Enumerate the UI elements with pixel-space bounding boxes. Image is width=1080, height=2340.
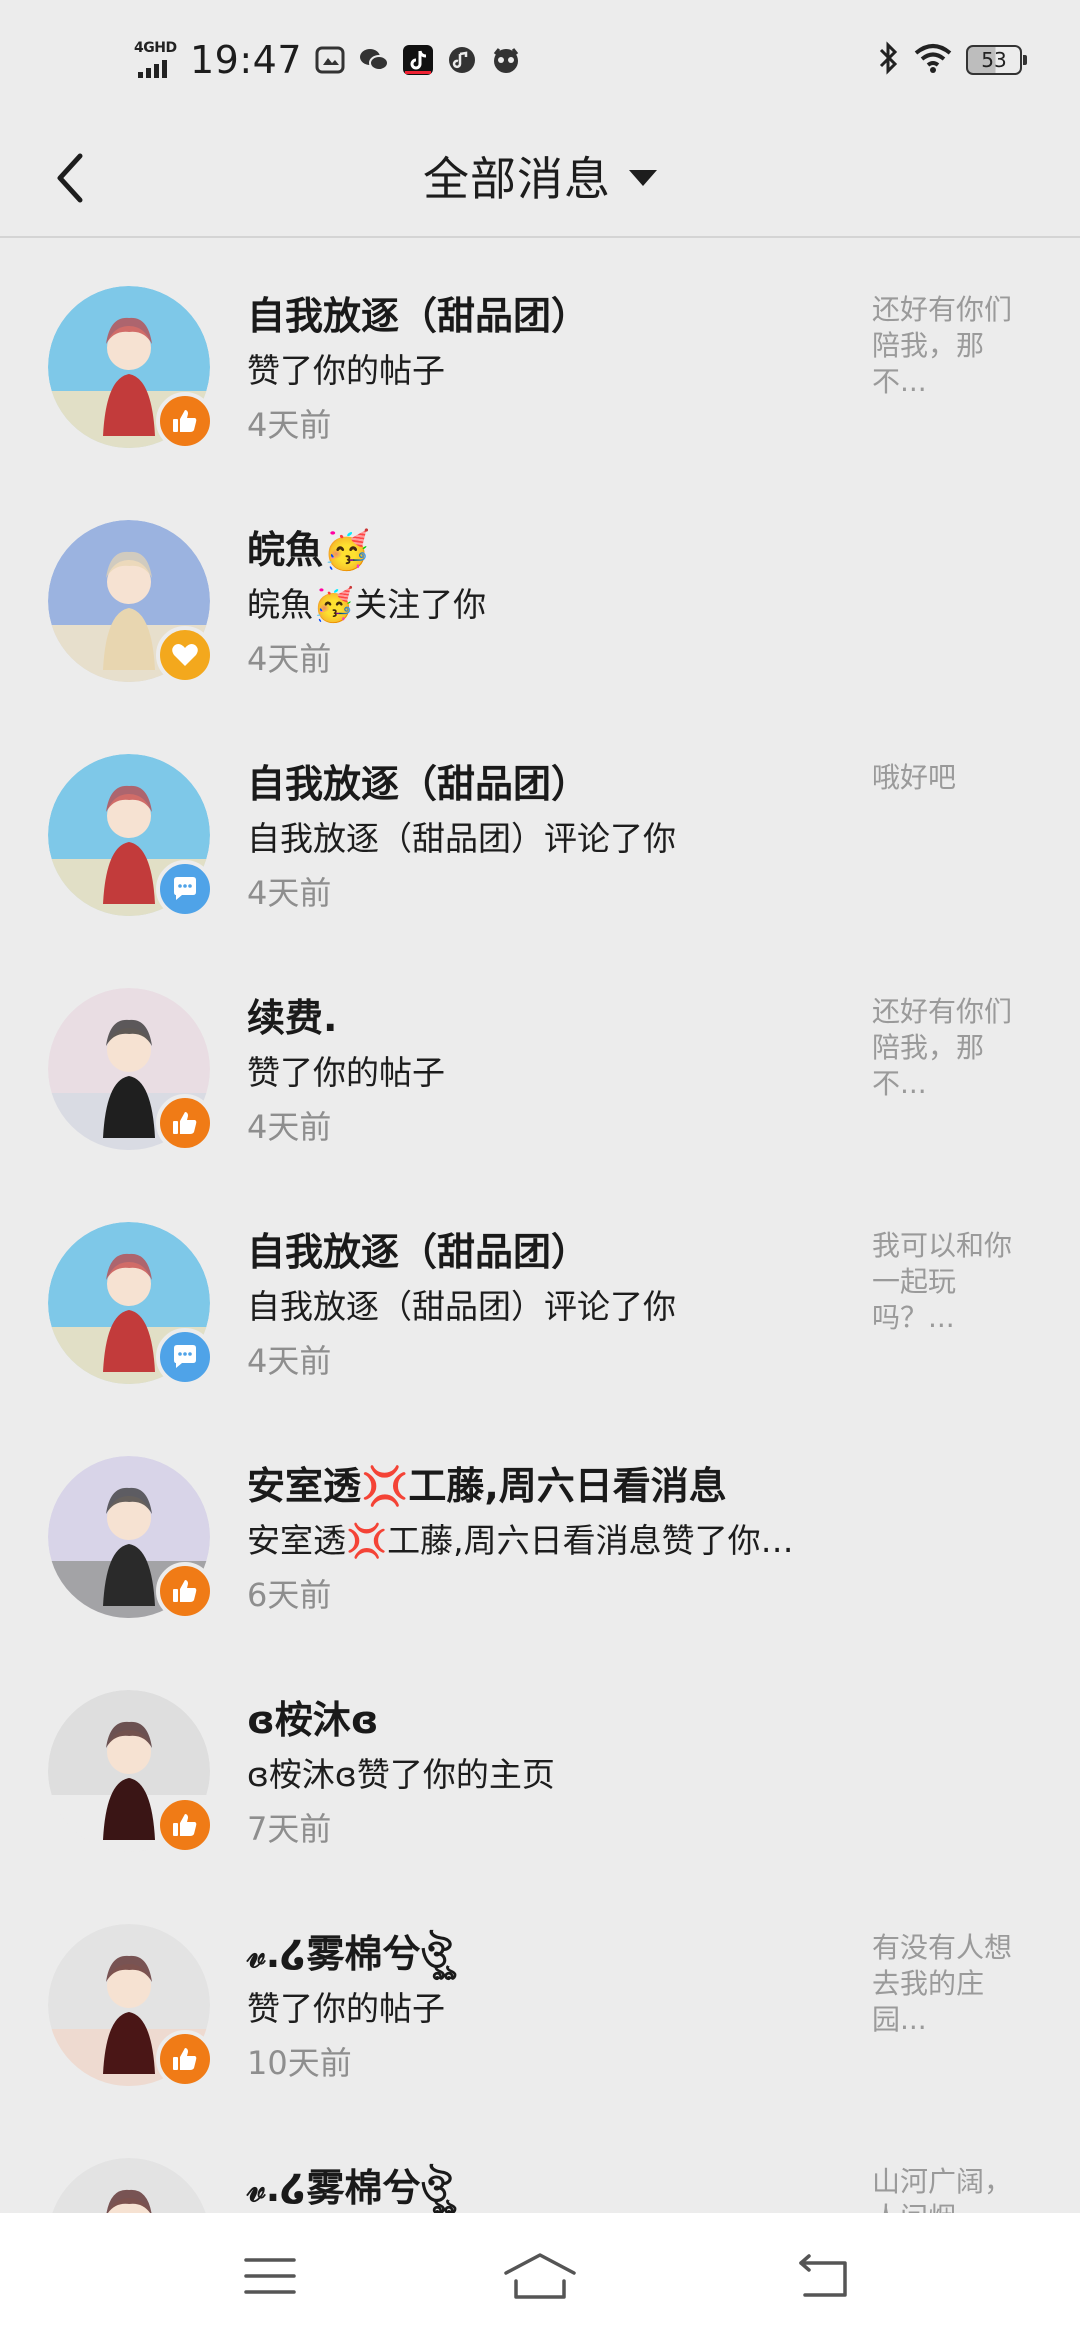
- list-item[interactable]: 续费. 赞了你的帖子 4天前 还好有你们陪我，那不...: [0, 940, 1080, 1174]
- sender-name[interactable]: 自我放逐（甜品团）: [247, 1224, 847, 1280]
- message-preview: 山河广阔，人间烟: [872, 2165, 1013, 2213]
- list-item[interactable]: 皖魚🥳 皖魚🥳关注了你 4天前: [0, 472, 1080, 706]
- follow-badge: [156, 626, 214, 684]
- comment-icon: [174, 877, 196, 900]
- message-action: 自我放逐（甜品团）评论了你: [247, 1287, 676, 1326]
- sender-name[interactable]: 皖魚🥳: [247, 522, 847, 578]
- tiktok-icon: [402, 44, 434, 76]
- header: 全部消息: [0, 118, 1080, 238]
- network-type: 4GHD: [134, 40, 177, 56]
- back-nav-button[interactable]: [784, 2243, 864, 2309]
- thumbs-up-icon: [173, 1580, 197, 1602]
- message-time: 4天前: [247, 640, 332, 678]
- like-badge: [156, 1796, 214, 1854]
- message-preview: 有没有人想去我的庄园...: [872, 1931, 1013, 2036]
- message-list: 自我放逐（甜品团） 赞了你的帖子 4天前 还好有你们陪我，那不... 皖魚🥳 皖…: [0, 238, 1080, 2213]
- message-preview: 哦好吧: [872, 761, 957, 794]
- status-bar: 4GHD 19:47 53: [0, 0, 1080, 118]
- thumbs-up-icon: [173, 1814, 197, 1836]
- menu-button[interactable]: [230, 2243, 310, 2309]
- message-action: 赞了你的帖子: [247, 1989, 445, 2028]
- message-time: 7天前: [247, 1810, 332, 1848]
- home-button[interactable]: [500, 2243, 580, 2309]
- game-icon: [490, 44, 522, 76]
- back-icon: [799, 2254, 847, 2297]
- sender-name[interactable]: 自我放逐（甜品团）: [247, 288, 847, 344]
- message-action: 赞了你的帖子: [247, 1053, 445, 1092]
- thumbs-up-icon: [173, 2048, 197, 2070]
- comment-icon: [174, 1345, 196, 1368]
- avatar-image: [52, 2158, 206, 2213]
- sender-name[interactable]: 𝓋.໒雾棉兮ঔৣ: [247, 2160, 847, 2213]
- comment-badge: [156, 860, 214, 918]
- cellular-signal-icon: 4GHD: [134, 40, 184, 80]
- gallery-icon: [314, 44, 346, 76]
- message-time: 10天前: [247, 2044, 352, 2082]
- message-time: 4天前: [247, 406, 332, 444]
- home-icon: [504, 2253, 576, 2299]
- thumbs-up-icon: [173, 410, 197, 432]
- message-filter-dropdown[interactable]: 全部消息: [0, 140, 1080, 212]
- message-action: 赞了你的帖子: [247, 351, 445, 390]
- message-action: 自我放逐（甜品团）评论了你: [247, 819, 676, 858]
- message-action: 安室透💢工藤,周六日看消息赞了你…: [247, 1521, 794, 1560]
- message-action: 皖魚🥳关注了你: [247, 585, 487, 624]
- thumbs-up-icon: [173, 1112, 197, 1134]
- like-badge: [156, 392, 214, 450]
- message-preview: 还好有你们陪我，那不...: [872, 995, 1013, 1100]
- list-item[interactable]: 安室透💢工藤,周六日看消息 安室透💢工藤,周六日看消息赞了你… 6天前: [0, 1408, 1080, 1642]
- sender-name[interactable]: 安室透💢工藤,周六日看消息: [247, 1458, 847, 1514]
- sender-name[interactable]: 续费.: [247, 990, 847, 1046]
- like-badge: [156, 2030, 214, 2088]
- message-time: 4天前: [247, 1342, 332, 1380]
- like-badge: [156, 1562, 214, 1620]
- dropdown-caret-icon: [629, 170, 657, 186]
- page-title: 全部消息: [423, 152, 611, 206]
- menu-icon: [244, 2258, 296, 2294]
- list-item[interactable]: 自我放逐（甜品团） 赞了你的帖子 4天前 还好有你们陪我，那不...: [0, 238, 1080, 472]
- comment-badge: [156, 1328, 214, 1386]
- message-preview: 我可以和你一起玩吗？...: [872, 1229, 1013, 1334]
- like-badge: [156, 1094, 214, 1152]
- message-time: 4天前: [247, 874, 332, 912]
- sender-name[interactable]: ɞ桉沐ɞ: [247, 1692, 847, 1748]
- status-time: 19:47: [190, 38, 303, 82]
- message-preview: 还好有你们陪我，那不...: [872, 293, 1013, 398]
- list-item[interactable]: ɞ桉沐ɞ ɞ桉沐ɞ赞了你的主页 7天前: [0, 1642, 1080, 1876]
- heart-icon: [172, 644, 198, 666]
- sender-name[interactable]: 自我放逐（甜品团）: [247, 756, 847, 812]
- wifi-icon: [914, 43, 952, 77]
- music-icon: [446, 44, 478, 76]
- system-nav-bar: [0, 2213, 1080, 2340]
- message-time: 6天前: [247, 1576, 332, 1614]
- list-item[interactable]: 自我放逐（甜品团） 自我放逐（甜品团）评论了你 4天前 哦好吧: [0, 706, 1080, 940]
- bluetooth-icon: [878, 41, 900, 79]
- list-item[interactable]: 𝓋.໒雾棉兮ঔৣ 山河广阔，人间烟: [0, 2110, 1080, 2213]
- list-item[interactable]: 自我放逐（甜品团） 自我放逐（甜品团）评论了你 4天前 我可以和你一起玩吗？..…: [0, 1174, 1080, 1408]
- list-item[interactable]: 𝓋.໒雾棉兮ঔৣ 赞了你的帖子 10天前 有没有人想去我的庄园...: [0, 1876, 1080, 2110]
- battery-icon: 53: [966, 45, 1027, 75]
- wechat-icon: [358, 44, 390, 76]
- message-time: 4天前: [247, 1108, 332, 1146]
- sender-name[interactable]: 𝓋.໒雾棉兮ঔৣ: [247, 1926, 847, 1982]
- avatar[interactable]: [48, 2158, 210, 2213]
- message-action: ɞ桉沐ɞ赞了你的主页: [247, 1755, 555, 1794]
